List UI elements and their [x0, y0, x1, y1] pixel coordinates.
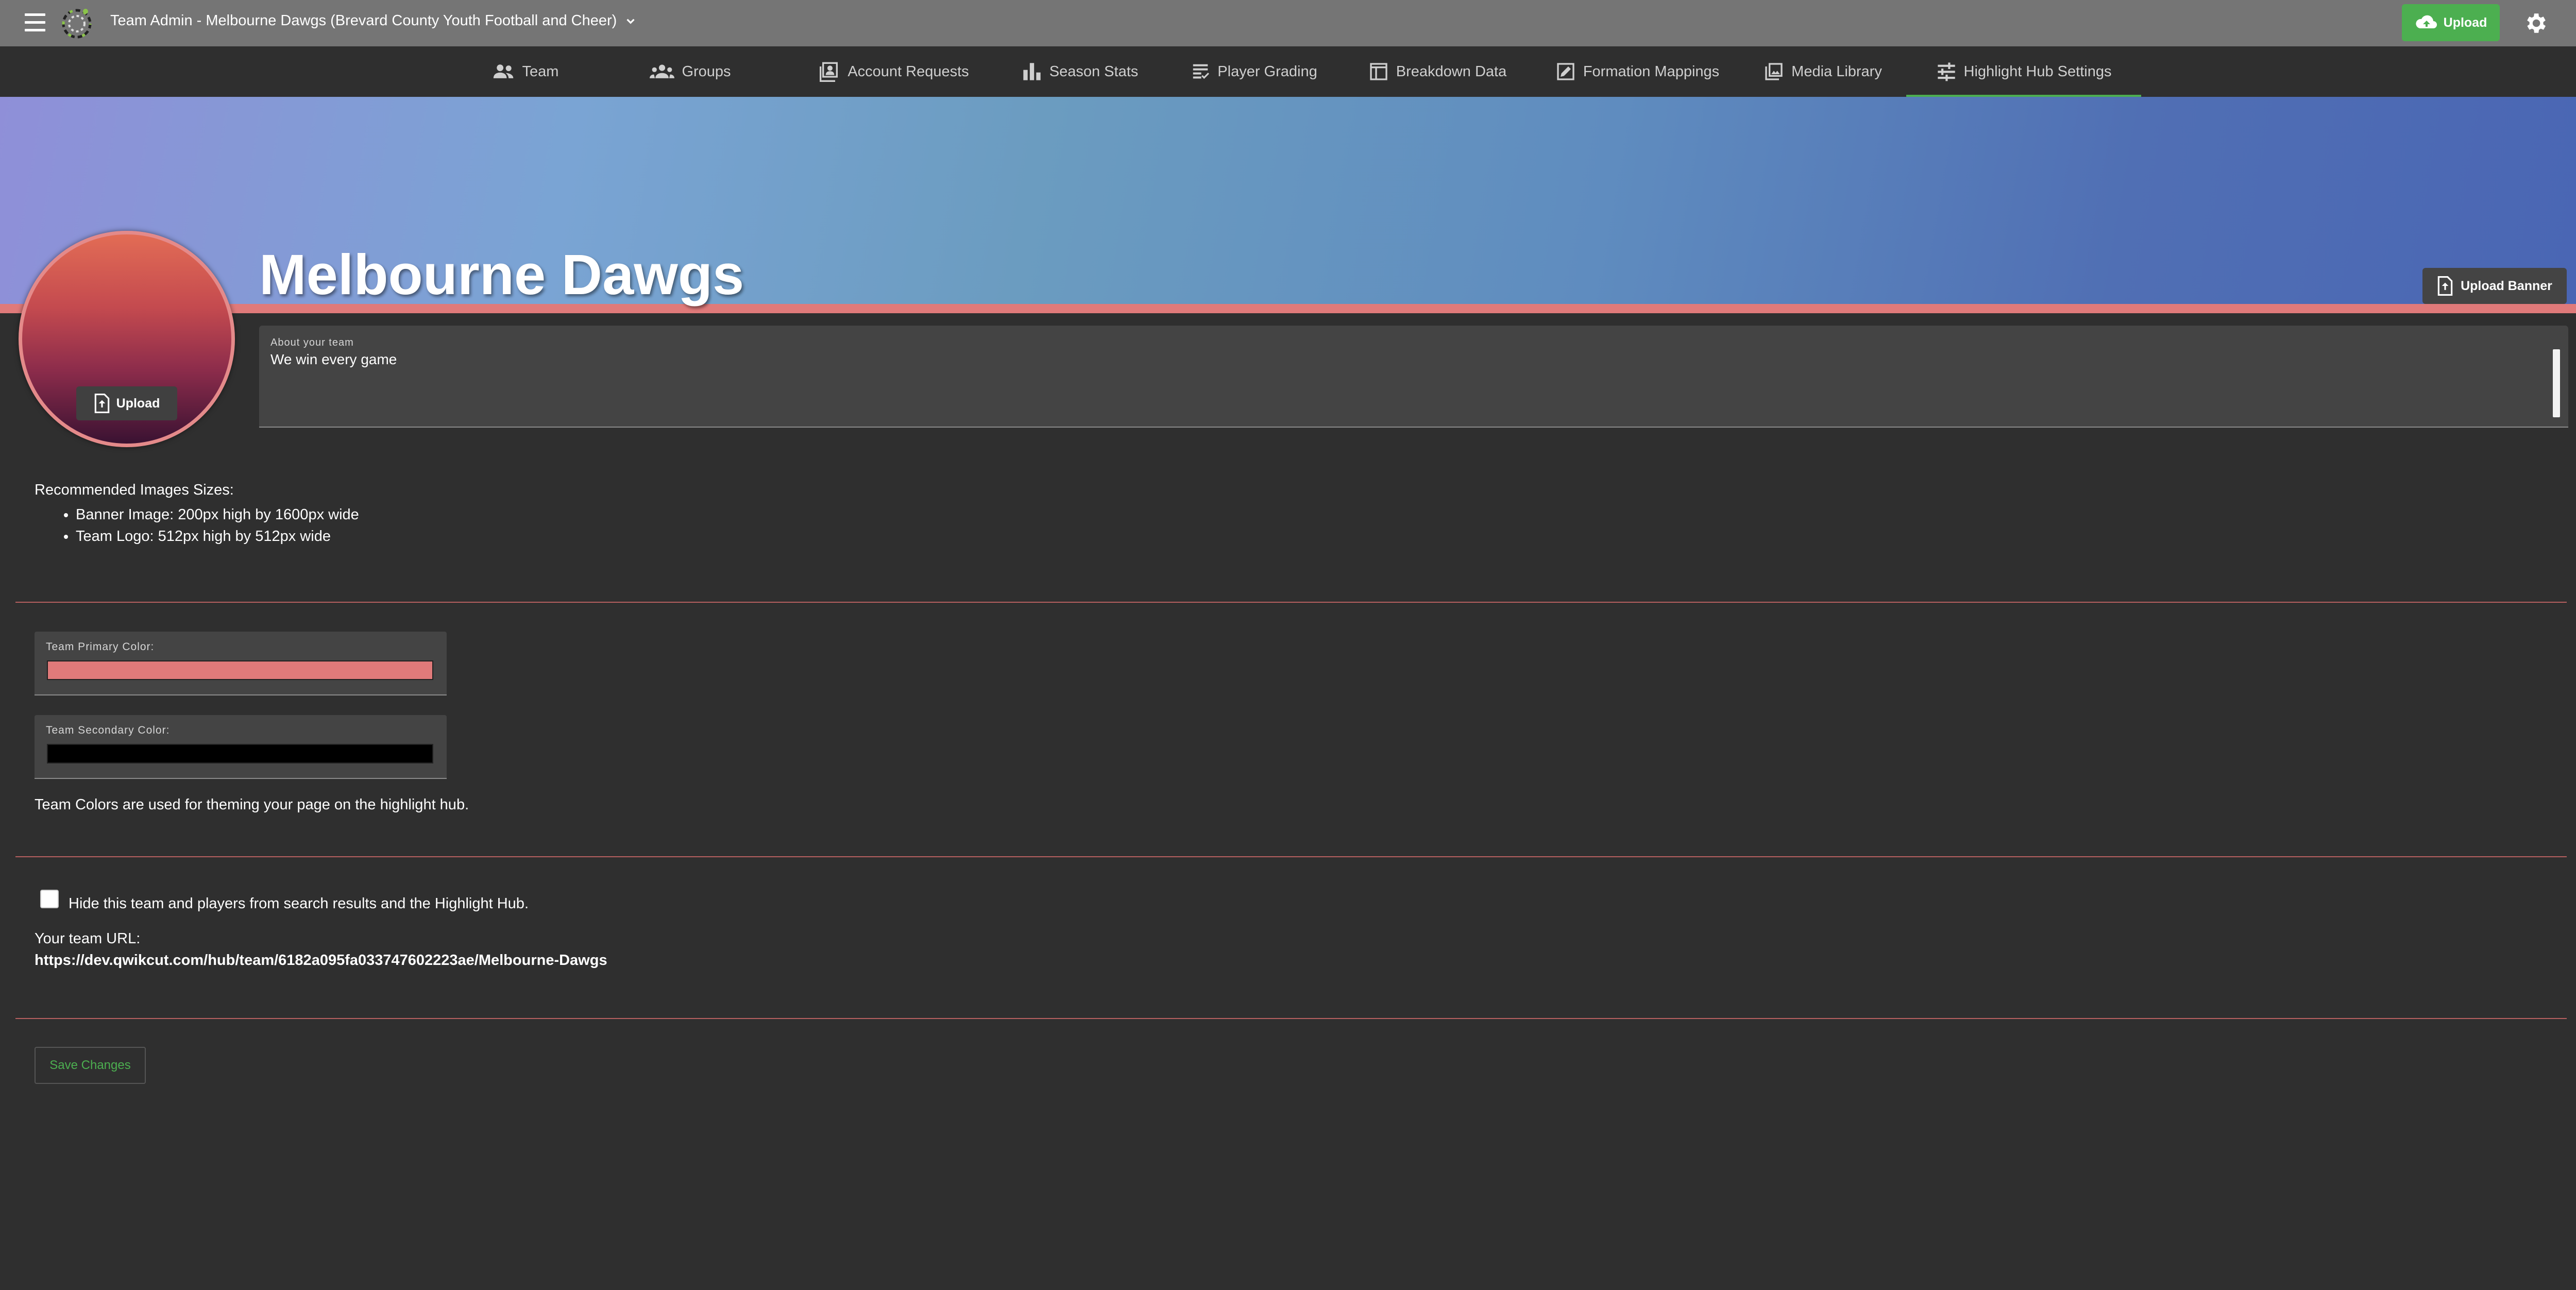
team-url-label: Your team URL:	[35, 930, 141, 947]
about-team-label: About your team	[270, 337, 354, 348]
secondary-color-field: Team Secondary Color:	[35, 715, 447, 779]
tab-formation-mappings[interactable]: Formation Mappings	[1529, 46, 1745, 97]
recommended-sizes-title: Recommended Images Sizes:	[35, 482, 234, 498]
about-scrollbar[interactable]	[2553, 349, 2560, 417]
tune-icon	[1937, 62, 1955, 81]
groups-icon	[650, 64, 675, 78]
gear-icon[interactable]	[2522, 10, 2548, 36]
cloud-upload-icon	[2416, 15, 2437, 28]
upload-button-label: Upload	[2443, 15, 2487, 30]
menu-icon[interactable]	[25, 13, 45, 33]
upload-logo-label: Upload	[116, 396, 160, 411]
upload-banner-label: Upload Banner	[2461, 278, 2552, 293]
photo-library-icon	[1765, 63, 1783, 80]
secondary-color-label: Team Secondary Color:	[46, 724, 170, 736]
tab-season-stats[interactable]: Season Stats	[992, 46, 1167, 97]
tab-team[interactable]: Team	[479, 46, 572, 97]
tab-bar: Team Groups Account Requests Season Stat…	[0, 46, 2576, 97]
about-team-value[interactable]: We win every game	[270, 351, 397, 368]
secondary-color-swatch[interactable]	[47, 744, 433, 763]
hide-team-label[interactable]: Hide this team and players from search r…	[69, 895, 529, 912]
app-title: Team Admin - Melbourne Dawgs (Brevard Co…	[110, 12, 617, 29]
tab-breakdown-data[interactable]: Breakdown Data	[1341, 46, 1534, 97]
file-upload-icon	[94, 394, 109, 413]
table-icon	[1370, 63, 1387, 80]
upload-logo-button[interactable]: Upload	[76, 386, 177, 420]
file-upload-icon	[2437, 276, 2453, 296]
grading-icon	[1193, 64, 1210, 79]
recommended-sizes-list: Banner Image: 200px high by 1600px wide …	[35, 504, 359, 547]
save-changes-button[interactable]: Save Changes	[35, 1047, 146, 1084]
tab-player-grading[interactable]: Player Grading	[1162, 46, 1346, 97]
team-colors-note: Team Colors are used for theming your pa…	[35, 796, 469, 813]
tab-account-requests[interactable]: Account Requests	[791, 46, 997, 97]
list-item: Team Logo: 512px high by 512px wide	[76, 525, 359, 547]
primary-color-field: Team Primary Color:	[35, 632, 447, 695]
primary-color-label: Team Primary Color:	[46, 641, 155, 653]
section-divider	[15, 856, 2567, 857]
list-item: Banner Image: 200px high by 1600px wide	[76, 504, 359, 525]
team-selector[interactable]: Team Admin - Melbourne Dawgs (Brevard Co…	[110, 12, 637, 29]
people-icon	[493, 64, 513, 78]
upload-button[interactable]: Upload	[2402, 4, 2500, 41]
tab-highlight-hub-settings[interactable]: Highlight Hub Settings	[1906, 46, 2141, 97]
qwikcut-logo[interactable]	[60, 5, 94, 41]
app-bar: Team Admin - Melbourne Dawgs (Brevard Co…	[0, 0, 2576, 46]
account-box-icon	[820, 62, 838, 82]
section-divider	[15, 1018, 2567, 1019]
bar-chart-icon	[1023, 63, 1041, 80]
draw-icon	[1557, 63, 1574, 80]
chevron-down-icon	[626, 19, 635, 24]
upload-banner-button[interactable]: Upload Banner	[2422, 268, 2567, 304]
tab-media-library[interactable]: Media Library	[1740, 46, 1905, 97]
team-name-heading: Melbourne Dawgs	[259, 243, 744, 307]
section-divider	[15, 602, 2567, 603]
team-url-value: https://dev.qwikcut.com/hub/team/6182a09…	[35, 952, 607, 969]
tab-groups[interactable]: Groups	[644, 46, 737, 97]
about-team-field[interactable]: About your team We win every game	[259, 326, 2568, 428]
primary-color-swatch[interactable]	[47, 660, 433, 680]
hide-team-checkbox[interactable]	[40, 890, 59, 908]
